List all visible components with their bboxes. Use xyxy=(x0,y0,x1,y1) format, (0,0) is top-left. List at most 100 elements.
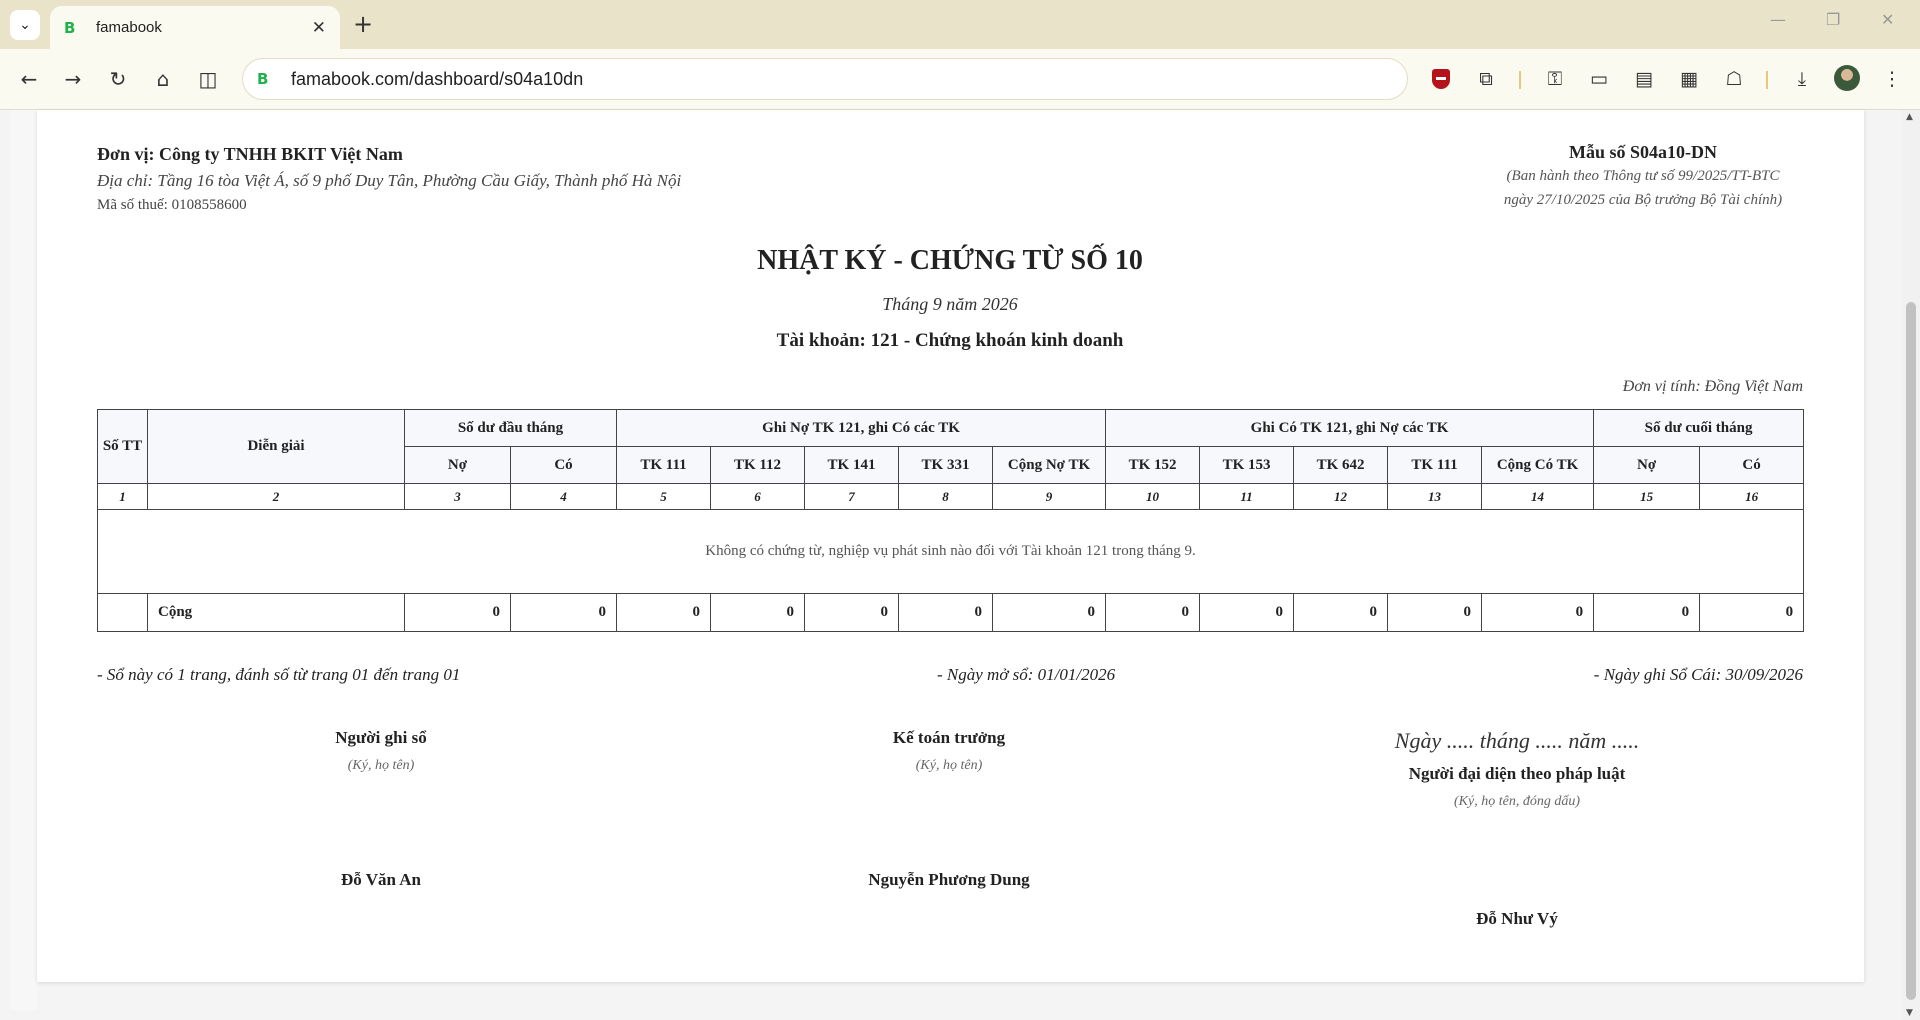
download-icon[interactable]: ⤓ xyxy=(1788,65,1816,93)
header-closing-credit: Có xyxy=(1699,446,1805,484)
split-view-icon[interactable]: ◫ xyxy=(193,64,223,94)
ledger-table: Số TT Diễn giải Số dư đầu tháng Ghi Nợ T… xyxy=(96,409,1805,632)
column-index: 11 xyxy=(1199,483,1295,510)
total-row: Cộng 0 0 0 0 0 0 0 0 0 0 0 0 0 0 xyxy=(97,593,1805,632)
reload-icon[interactable]: ↻ xyxy=(103,64,133,94)
page-scrollbar[interactable]: ▲ ▼ xyxy=(1902,110,1920,1020)
header-closing-debit: Nợ xyxy=(1593,446,1701,484)
back-arrow-icon[interactable]: ← xyxy=(14,64,44,94)
preparer-hint: (Ký, họ tên) xyxy=(347,758,415,773)
incognito-icon[interactable]: ☖ xyxy=(1720,65,1748,93)
column-index: 14 xyxy=(1481,483,1595,510)
total-value: 0 xyxy=(510,593,617,632)
tab-title: famabook xyxy=(96,19,162,36)
empty-row: Không có chứng từ, nghiệp vụ phát sinh n… xyxy=(96,509,1805,594)
total-value: 0 xyxy=(804,593,899,632)
tab-grid-icon[interactable]: ▦ xyxy=(1675,65,1703,93)
legal-role: Người đại diện theo pháp luật xyxy=(1408,764,1626,783)
column-index: 3 xyxy=(404,483,511,510)
column-index: 6 xyxy=(710,483,805,510)
total-stt-cell xyxy=(97,593,148,632)
home-icon[interactable]: ⌂ xyxy=(148,64,178,94)
form-header: Mẫu số S04a10-DN (Ban hành theo Thông tư… xyxy=(1483,142,1803,211)
header-description: Diễn giải xyxy=(147,409,405,484)
tab-strip: ⌄ B famabook ✕ + — ❐ ✕ xyxy=(0,0,1920,49)
header-debit-col: TK 331 xyxy=(898,446,993,484)
total-value: 0 xyxy=(991,593,1107,632)
form-note-line-2: ngày 27/10/2025 của Bộ trưởng Bộ Tài chí… xyxy=(1503,192,1783,208)
minimize-icon[interactable]: — xyxy=(1770,10,1786,29)
total-value: 0 xyxy=(1593,593,1701,632)
currency-unit: Đơn vị tính: Đồng Việt Nam xyxy=(1622,378,1803,395)
company-address: Địa chỉ: Tầng 16 tòa Việt Á, số 9 phố Du… xyxy=(97,171,682,190)
total-value: 0 xyxy=(710,593,805,632)
sign-date-line: Ngày ..... tháng ..... năm ..... xyxy=(1394,728,1640,753)
payment-card-icon[interactable]: ▭ xyxy=(1585,65,1613,93)
url-text[interactable]: famabook.com/dashboard/s04a10dn xyxy=(291,69,583,90)
total-value: 0 xyxy=(616,593,711,632)
address-bar[interactable]: B famabook.com/dashboard/s04a10dn xyxy=(242,58,1408,100)
report-title: NHẬT KÝ - CHỨNG TỪ SỐ 10 xyxy=(757,245,1143,276)
report-period: Tháng 9 năm 2026 xyxy=(882,294,1018,314)
header-credit-col: TK 153 xyxy=(1199,446,1295,484)
shield-extension-icon[interactable] xyxy=(1427,65,1455,93)
report-account: Tài khoản: 121 - Chứng khoán kinh doanh xyxy=(776,330,1124,351)
column-index: 16 xyxy=(1699,483,1805,510)
close-icon[interactable]: ✕ xyxy=(312,18,326,38)
column-index: 12 xyxy=(1293,483,1389,510)
restore-icon[interactable]: ❐ xyxy=(1826,10,1840,29)
column-index: 10 xyxy=(1105,483,1201,510)
tab-search-button[interactable]: ⌄ xyxy=(10,10,40,40)
column-index: 15 xyxy=(1593,483,1701,510)
site-favicon-icon: B xyxy=(64,18,76,37)
header-opening-balance: Số dư đầu tháng xyxy=(404,409,617,447)
page-viewport: Đơn vị: Công ty TNHH BKIT Việt Nam Địa c… xyxy=(0,110,1920,1020)
header-debit-group: Ghi Nợ TK 121, ghi Có các TK xyxy=(615,409,1107,447)
legal-hint: (Ký, họ tên, đóng dấu) xyxy=(1454,794,1580,809)
column-index: 7 xyxy=(804,483,899,510)
preparer-signature: Người ghi sổ (Ký, họ tên) xyxy=(201,728,561,774)
header-debit-col: TK 112 xyxy=(710,446,805,484)
more-menu-icon[interactable]: ⋮ xyxy=(1878,65,1906,93)
toolbar-divider xyxy=(1766,71,1768,89)
header-stt: Số TT xyxy=(97,409,148,484)
password-key-icon[interactable]: ⚿ xyxy=(1541,65,1569,93)
header-opening-debit: Nợ xyxy=(404,446,511,484)
browser-toolbar: ← → ↻ ⌂ ◫ B famabook.com/dashboard/s04a1… xyxy=(0,49,1920,110)
profile-avatar[interactable] xyxy=(1834,65,1860,91)
extensions-puzzle-icon[interactable]: ⧉ xyxy=(1472,65,1500,93)
total-value: 0 xyxy=(1387,593,1483,632)
scroll-thumb[interactable] xyxy=(1906,302,1916,1000)
scroll-down-icon[interactable]: ▼ xyxy=(1906,1008,1913,1018)
window-close-icon[interactable]: ✕ xyxy=(1881,10,1894,29)
total-label: Cộng xyxy=(147,593,405,632)
company-name: Đơn vị: Công ty TNHH BKIT Việt Nam xyxy=(97,144,403,164)
open-date-note: - Ngày mở sổ: 01/01/2026 xyxy=(937,665,1116,684)
column-index: 5 xyxy=(616,483,711,510)
scroll-up-icon[interactable]: ▲ xyxy=(1906,112,1913,122)
header-closing-balance: Số dư cuối tháng xyxy=(1593,409,1805,447)
column-index: 8 xyxy=(898,483,993,510)
header-debit-col: TK 141 xyxy=(804,446,899,484)
accountant-role: Kế toán trưởng xyxy=(892,728,1006,747)
preparer-role: Người ghi sổ xyxy=(335,728,427,747)
new-tab-plus-icon[interactable]: + xyxy=(353,11,373,37)
site-info-icon[interactable]: B xyxy=(257,70,275,88)
header-credit-col: Cộng Có TK xyxy=(1481,446,1595,484)
header-debit-col: TK 111 xyxy=(616,446,711,484)
header-debit-col: Cộng Nợ TK xyxy=(991,446,1107,484)
total-value: 0 xyxy=(898,593,993,632)
header-credit-col: TK 642 xyxy=(1293,446,1389,484)
total-value: 0 xyxy=(1105,593,1201,632)
total-value: 0 xyxy=(1293,593,1389,632)
accountant-signature: Kế toán trưởng (Ký, họ tên) xyxy=(769,728,1129,774)
browser-tab[interactable]: B famabook ✕ xyxy=(50,6,340,49)
toolbar-divider xyxy=(1519,71,1521,89)
chevron-down-icon: ⌄ xyxy=(19,17,31,33)
accountant-hint: (Ký, họ tên) xyxy=(915,758,983,773)
form-note-line-1: (Ban hành theo Thông tư số 99/2025/TT-BT… xyxy=(1506,168,1780,184)
reading-mode-icon[interactable]: ▤ xyxy=(1630,65,1658,93)
form-number: Mẫu số S04a10-DN xyxy=(1568,142,1717,162)
forward-arrow-icon[interactable]: → xyxy=(58,64,88,94)
column-index: 2 xyxy=(147,483,405,510)
